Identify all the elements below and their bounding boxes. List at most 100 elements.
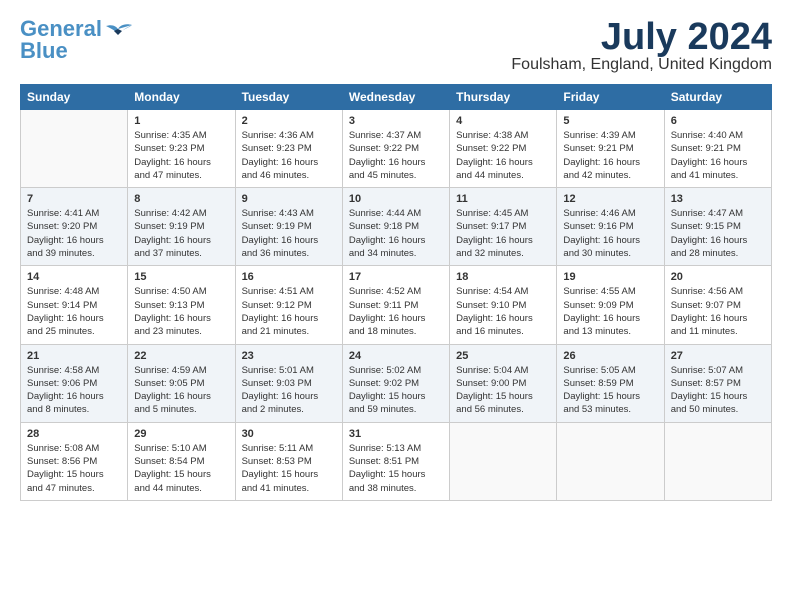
table-row: 3Sunrise: 4:37 AMSunset: 9:22 PMDaylight…	[342, 110, 449, 188]
table-row: 17 Sunrise: 4:52 AMSunset: 9:11 PMDayligh…	[342, 266, 449, 344]
table-row: 18 Sunrise: 4:54 AMSunset: 9:10 PMDayligh…	[450, 266, 557, 344]
cell-content: Sunrise: 4:45 AMSunset: 9:17 PMDaylight:…	[456, 207, 550, 260]
cell-content: Sunrise: 4:48 AMSunset: 9:14 PMDaylight:…	[27, 285, 121, 338]
day-number: 1	[134, 115, 228, 127]
cell-content: Sunrise: 5:08 AMSunset: 8:56 PMDaylight:…	[27, 442, 121, 495]
table-row: 19 Sunrise: 4:55 AMSunset: 9:09 PMDayligh…	[557, 266, 664, 344]
cell-content: Sunrise: 5:10 AMSunset: 8:54 PMDaylight:…	[134, 442, 228, 495]
calendar-table: Sunday Monday Tuesday Wednesday Thursday…	[20, 84, 772, 501]
logo: General Blue	[20, 18, 132, 62]
col-tuesday: Tuesday	[235, 85, 342, 110]
month-title: July 2024	[511, 18, 772, 56]
header-row: Sunday Monday Tuesday Wednesday Thursday…	[21, 85, 772, 110]
cell-content: Sunrise: 4:35 AMSunset: 9:23 PMDaylight:…	[134, 129, 228, 182]
day-number: 27	[671, 350, 765, 362]
cell-content: Sunrise: 4:39 AMSunset: 9:21 PMDaylight:…	[563, 129, 657, 182]
day-number: 21	[27, 350, 121, 362]
day-number: 30	[242, 428, 336, 440]
cell-content: Sunrise: 4:44 AMSunset: 9:18 PMDaylight:…	[349, 207, 443, 260]
cell-content: Sunrise: 4:56 AMSunset: 9:07 PMDaylight:…	[671, 285, 765, 338]
table-row: 28 Sunrise: 5:08 AMSunset: 8:56 PMDayligh…	[21, 422, 128, 500]
table-row: 13Sunrise: 4:47 AMSunset: 9:15 PMDayligh…	[664, 188, 771, 266]
table-row: 25Sunrise: 5:04 AMSunset: 9:00 PMDayligh…	[450, 344, 557, 422]
col-monday: Monday	[128, 85, 235, 110]
day-number: 4	[456, 115, 550, 127]
day-number: 20	[671, 271, 765, 283]
col-thursday: Thursday	[450, 85, 557, 110]
cell-content: Sunrise: 4:50 AMSunset: 9:13 PMDaylight:…	[134, 285, 228, 338]
table-row	[450, 422, 557, 500]
table-row: 12 Sunrise: 4:46 AMSunset: 9:16 PMDayligh…	[557, 188, 664, 266]
day-number: 24	[349, 350, 443, 362]
logo-text: General Blue	[20, 18, 102, 62]
day-number: 29	[134, 428, 228, 440]
day-number: 28	[27, 428, 121, 440]
day-number: 7	[27, 193, 121, 205]
table-row: 2 Sunrise: 4:36 AMSunset: 9:23 PMDaylight…	[235, 110, 342, 188]
cell-content: Sunrise: 4:41 AMSunset: 9:20 PMDaylight:…	[27, 207, 121, 260]
cell-content: Sunrise: 5:07 AMSunset: 8:57 PMDaylight:…	[671, 364, 765, 417]
logo-bird-icon	[104, 21, 132, 41]
table-row: 7 Sunrise: 4:41 AMSunset: 9:20 PMDaylight…	[21, 188, 128, 266]
cell-content: Sunrise: 4:58 AMSunset: 9:06 PMDaylight:…	[27, 364, 121, 417]
table-row: 14Sunrise: 4:48 AMSunset: 9:14 PMDayligh…	[21, 266, 128, 344]
day-number: 13	[671, 193, 765, 205]
cell-content: Sunrise: 4:36 AMSunset: 9:23 PMDaylight:…	[242, 129, 336, 182]
cell-content: Sunrise: 5:02 AMSunset: 9:02 PMDaylight:…	[349, 364, 443, 417]
logo-line2: Blue	[20, 38, 68, 63]
table-row	[557, 422, 664, 500]
week-row-2: 14Sunrise: 4:48 AMSunset: 9:14 PMDayligh…	[21, 266, 772, 344]
table-row	[21, 110, 128, 188]
table-row: 31Sunrise: 5:13 AMSunset: 8:51 PMDayligh…	[342, 422, 449, 500]
table-row: 30Sunrise: 5:11 AMSunset: 8:53 PMDayligh…	[235, 422, 342, 500]
cell-content: Sunrise: 4:52 AMSunset: 9:11 PMDaylight:…	[349, 285, 443, 338]
cell-content: Sunrise: 4:37 AMSunset: 9:22 PMDaylight:…	[349, 129, 443, 182]
col-wednesday: Wednesday	[342, 85, 449, 110]
cell-content: Sunrise: 4:38 AMSunset: 9:22 PMDaylight:…	[456, 129, 550, 182]
day-number: 8	[134, 193, 228, 205]
cell-content: Sunrise: 4:55 AMSunset: 9:09 PMDaylight:…	[563, 285, 657, 338]
day-number: 5	[563, 115, 657, 127]
cell-content: Sunrise: 4:54 AMSunset: 9:10 PMDaylight:…	[456, 285, 550, 338]
cell-content: Sunrise: 4:46 AMSunset: 9:16 PMDaylight:…	[563, 207, 657, 260]
table-row: 23Sunrise: 5:01 AMSunset: 9:03 PMDayligh…	[235, 344, 342, 422]
col-friday: Friday	[557, 85, 664, 110]
day-number: 23	[242, 350, 336, 362]
table-row: 16 Sunrise: 4:51 AMSunset: 9:12 PMDayligh…	[235, 266, 342, 344]
week-row-4: 28 Sunrise: 5:08 AMSunset: 8:56 PMDayligh…	[21, 422, 772, 500]
week-row-3: 21 Sunrise: 4:58 AMSunset: 9:06 PMDayligh…	[21, 344, 772, 422]
cell-content: Sunrise: 5:05 AMSunset: 8:59 PMDaylight:…	[563, 364, 657, 417]
day-number: 22	[134, 350, 228, 362]
table-row: 15 Sunrise: 4:50 AMSunset: 9:13 PMDayligh…	[128, 266, 235, 344]
cell-content: Sunrise: 4:40 AMSunset: 9:21 PMDaylight:…	[671, 129, 765, 182]
cell-content: Sunrise: 4:51 AMSunset: 9:12 PMDaylight:…	[242, 285, 336, 338]
table-row: 26 Sunrise: 5:05 AMSunset: 8:59 PMDayligh…	[557, 344, 664, 422]
table-row: 6 Sunrise: 4:40 AMSunset: 9:21 PMDaylight…	[664, 110, 771, 188]
day-number: 26	[563, 350, 657, 362]
day-number: 2	[242, 115, 336, 127]
day-number: 15	[134, 271, 228, 283]
table-row: 1 Sunrise: 4:35 AMSunset: 9:23 PMDaylight…	[128, 110, 235, 188]
day-number: 11	[456, 193, 550, 205]
table-row: 22 Sunrise: 4:59 AMSunset: 9:05 PMDayligh…	[128, 344, 235, 422]
day-number: 18	[456, 271, 550, 283]
day-number: 12	[563, 193, 657, 205]
cell-content: Sunrise: 4:59 AMSunset: 9:05 PMDaylight:…	[134, 364, 228, 417]
day-number: 16	[242, 271, 336, 283]
table-row: 10 Sunrise: 4:44 AMSunset: 9:18 PMDayligh…	[342, 188, 449, 266]
col-sunday: Sunday	[21, 85, 128, 110]
table-row: 29 Sunrise: 5:10 AMSunset: 8:54 PMDayligh…	[128, 422, 235, 500]
day-number: 17	[349, 271, 443, 283]
day-number: 6	[671, 115, 765, 127]
table-row: 8 Sunrise: 4:42 AMSunset: 9:19 PMDaylight…	[128, 188, 235, 266]
header: General Blue July 2024 Foulsham, England…	[20, 18, 772, 74]
cell-content: Sunrise: 4:42 AMSunset: 9:19 PMDaylight:…	[134, 207, 228, 260]
page: General Blue July 2024 Foulsham, England…	[0, 0, 792, 612]
table-row: 11 Sunrise: 4:45 AMSunset: 9:17 PMDayligh…	[450, 188, 557, 266]
day-number: 19	[563, 271, 657, 283]
table-row: 21 Sunrise: 4:58 AMSunset: 9:06 PMDayligh…	[21, 344, 128, 422]
day-number: 25	[456, 350, 550, 362]
day-number: 10	[349, 193, 443, 205]
table-row: 4 Sunrise: 4:38 AMSunset: 9:22 PMDaylight…	[450, 110, 557, 188]
week-row-1: 7 Sunrise: 4:41 AMSunset: 9:20 PMDaylight…	[21, 188, 772, 266]
